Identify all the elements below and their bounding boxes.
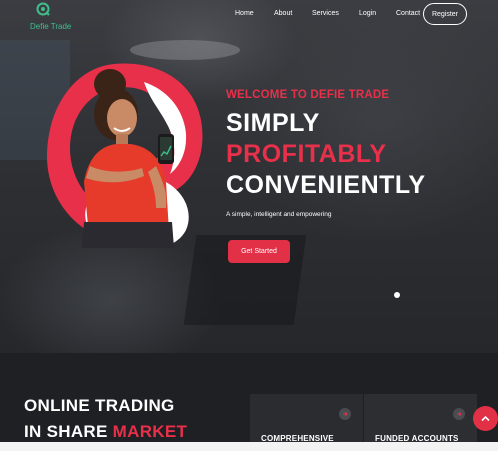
hero-headline-line-2: PROFITABLY [226,140,387,168]
nav-item-login[interactable]: Login [359,10,376,17]
register-button[interactable]: Register [423,3,467,25]
hero-headline-line-3: CONVENIENTLY [226,171,426,199]
logo-text: Defie Trade [30,22,72,31]
hero-tagline: A simple, intelligent and empowering [226,211,332,218]
background-lamp [130,40,240,60]
nav-item-home[interactable]: Home [235,10,254,17]
hero-welcome-text: WELCOME TO DEFIE TRADE [226,89,390,101]
nav-item-services[interactable]: Services [312,10,339,17]
section-title-accent: MARKET [112,422,188,441]
get-started-button[interactable]: Get Started [228,240,290,263]
hero-headline-line-1: SIMPLY [226,109,320,137]
arrow-right-icon[interactable] [339,408,351,420]
nav-item-contact[interactable]: Contact [396,10,420,17]
chevron-up-icon [481,415,490,422]
slider-dot-active[interactable] [394,292,400,298]
bottom-strip [0,442,498,451]
section-title-prefix: IN SHARE [24,422,113,441]
arrow-right-icon[interactable] [453,408,465,420]
hero-portrait-image [46,63,203,248]
section-title-line-2: IN SHARE MARKET [24,422,187,442]
services-section: ONLINE TRADING IN SHARE MARKET COMPREHEN… [0,353,498,451]
section-title-line-1: ONLINE TRADING [24,396,175,415]
hero-section: Defie Trade Home About Services Login Co… [0,0,498,353]
nav-item-about[interactable]: About [274,10,292,17]
logo-mark-icon [36,2,50,16]
back-to-top-button[interactable] [473,406,498,431]
